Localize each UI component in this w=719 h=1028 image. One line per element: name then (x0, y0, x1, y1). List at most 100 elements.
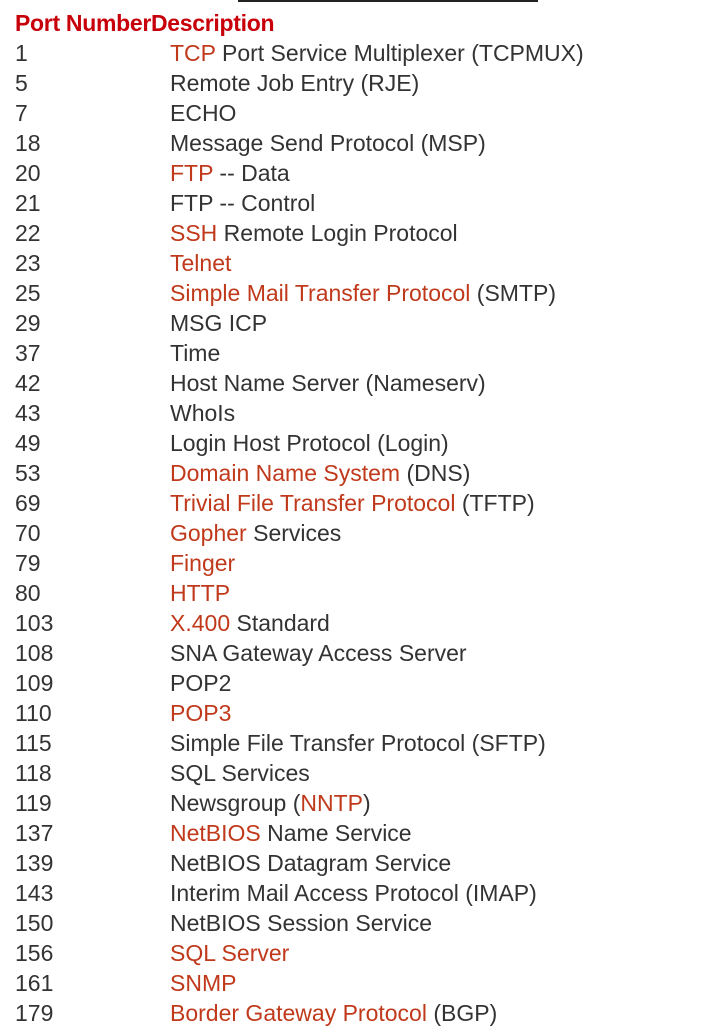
description-link[interactable]: NetBIOS (170, 820, 261, 846)
port-description: MSG ICP (170, 308, 267, 338)
table-row: 79 Finger (15, 548, 715, 578)
port-number: 161 (15, 970, 54, 996)
port-number: 29 (15, 310, 41, 336)
description-link[interactable]: SSH (170, 220, 217, 246)
port-description: Border Gateway Protocol (BGP) (170, 998, 497, 1028)
port-number: 108 (15, 640, 54, 666)
table-row: 49 Login Host Protocol (Login) (15, 428, 715, 458)
description-link[interactable]: Trivial File Transfer Protocol (170, 490, 455, 516)
description-link[interactable]: Gopher (170, 520, 247, 546)
port-description: Gopher Services (170, 518, 341, 548)
table-row: 69 Trivial File Transfer Protocol (TFTP) (15, 488, 715, 518)
port-description: FTP -- Control (170, 188, 315, 218)
port-number: 23 (15, 250, 41, 276)
port-description: Trivial File Transfer Protocol (TFTP) (170, 488, 535, 518)
description-link[interactable]: FTP (170, 160, 213, 186)
port-number: 1 (15, 40, 28, 66)
port-number: 143 (15, 880, 54, 906)
port-description: SNA Gateway Access Server (170, 638, 467, 668)
port-number: 21 (15, 190, 41, 216)
port-number: 7 (15, 100, 28, 126)
port-number: 53 (15, 460, 41, 486)
table-row: 109 POP2 (15, 668, 715, 698)
port-number: 70 (15, 520, 41, 546)
port-description: TCP Port Service Multiplexer (TCPMUX) (170, 38, 584, 68)
port-number: 150 (15, 910, 54, 936)
description-text: MSG ICP (170, 310, 268, 336)
port-description: SNMP (170, 968, 236, 998)
description-text: NetBIOS Session Service (170, 910, 433, 936)
port-number: 115 (15, 730, 52, 756)
table-row: 70 Gopher Services (15, 518, 715, 548)
description-link[interactable]: NNTP (300, 790, 363, 816)
description-link[interactable]: Border Gateway Protocol (170, 1000, 427, 1026)
table-row: 115 Simple File Transfer Protocol (SFTP) (15, 728, 715, 758)
table-row: 161 SNMP (15, 968, 715, 998)
description-text: POP2 (170, 670, 232, 696)
port-number: 49 (15, 430, 41, 456)
port-number: 42 (15, 370, 41, 396)
port-description: Telnet (170, 248, 231, 278)
port-number: 109 (15, 670, 54, 696)
port-description: X.400 Standard (170, 608, 330, 638)
port-number: 43 (15, 400, 41, 426)
description-link[interactable]: Simple Mail Transfer Protocol (170, 280, 470, 306)
port-number: 103 (15, 610, 54, 636)
description-text: -- Data (213, 160, 290, 186)
port-number: 37 (15, 340, 41, 366)
description-text: NetBIOS Datagram Service (170, 850, 452, 876)
description-text: Login Host Protocol (Login) (170, 430, 449, 456)
port-description: SQL Services (170, 758, 310, 788)
description-link[interactable]: SQL Server (170, 940, 289, 966)
port-description: Domain Name System (DNS) (170, 458, 470, 488)
port-number: 110 (15, 700, 52, 726)
port-number: 20 (15, 160, 41, 186)
description-text: (TFTP) (455, 490, 535, 516)
table-row: 43 WhoIs (15, 398, 715, 428)
table-row: 42 Host Name Server (Nameserv) (15, 368, 715, 398)
table-row: 5 Remote Job Entry (RJE) (15, 68, 715, 98)
port-number: 25 (15, 280, 41, 306)
port-description: Simple File Transfer Protocol (SFTP) (170, 728, 546, 758)
table-row: 1 TCP Port Service Multiplexer (TCPMUX) (15, 38, 715, 68)
port-number: 69 (15, 490, 41, 516)
description-link[interactable]: TCP (170, 40, 216, 66)
description-text: Interim Mail Access Protocol (IMAP) (170, 880, 537, 906)
description-text: Simple File Transfer Protocol (SFTP) (170, 730, 546, 756)
table-row: 37 Time (15, 338, 715, 368)
description-text: Standard (230, 610, 330, 636)
description-text: Newsgroup ( (170, 790, 301, 816)
description-link[interactable]: X.400 (170, 610, 230, 636)
port-description: Message Send Protocol (MSP) (170, 128, 486, 158)
table-row: 25 Simple Mail Transfer Protocol (SMTP) (15, 278, 715, 308)
description-text: (DNS) (400, 460, 471, 486)
description-link[interactable]: SNMP (170, 970, 236, 996)
port-number: 18 (15, 130, 41, 156)
table-row: 119 Newsgroup (NNTP) (15, 788, 715, 818)
description-text: Port Service Multiplexer (TCPMUX) (215, 40, 584, 66)
table-row: 20 FTP -- Data (15, 158, 715, 188)
port-number: 179 (15, 1000, 54, 1026)
description-text: Services (246, 520, 342, 546)
description-text: (SMTP) (470, 280, 556, 306)
port-description: SSH Remote Login Protocol (170, 218, 458, 248)
description-link[interactable]: Domain Name System (170, 460, 400, 486)
description-text: FTP -- Control (170, 190, 316, 216)
port-number: 22 (15, 220, 41, 246)
port-description: Remote Job Entry (RJE) (170, 68, 419, 98)
port-description: WhoIs (170, 398, 235, 428)
port-number: 139 (15, 850, 54, 876)
table-row: 80 HTTP (15, 578, 715, 608)
table-row: 21 FTP -- Control (15, 188, 715, 218)
table-row: 23 Telnet (15, 248, 715, 278)
description-link[interactable]: HTTP (170, 580, 230, 606)
table-header: Port NumberDescription (15, 8, 275, 38)
description-header: Description (151, 10, 275, 36)
description-text: Remote Job Entry (RJE) (170, 70, 420, 96)
description-link[interactable]: Finger (170, 550, 235, 576)
port-description: NetBIOS Name Service (170, 818, 412, 848)
description-link[interactable]: Telnet (170, 250, 231, 276)
description-text: ) (363, 790, 371, 816)
port-description: POP2 (170, 668, 231, 698)
description-link[interactable]: POP3 (170, 700, 231, 726)
